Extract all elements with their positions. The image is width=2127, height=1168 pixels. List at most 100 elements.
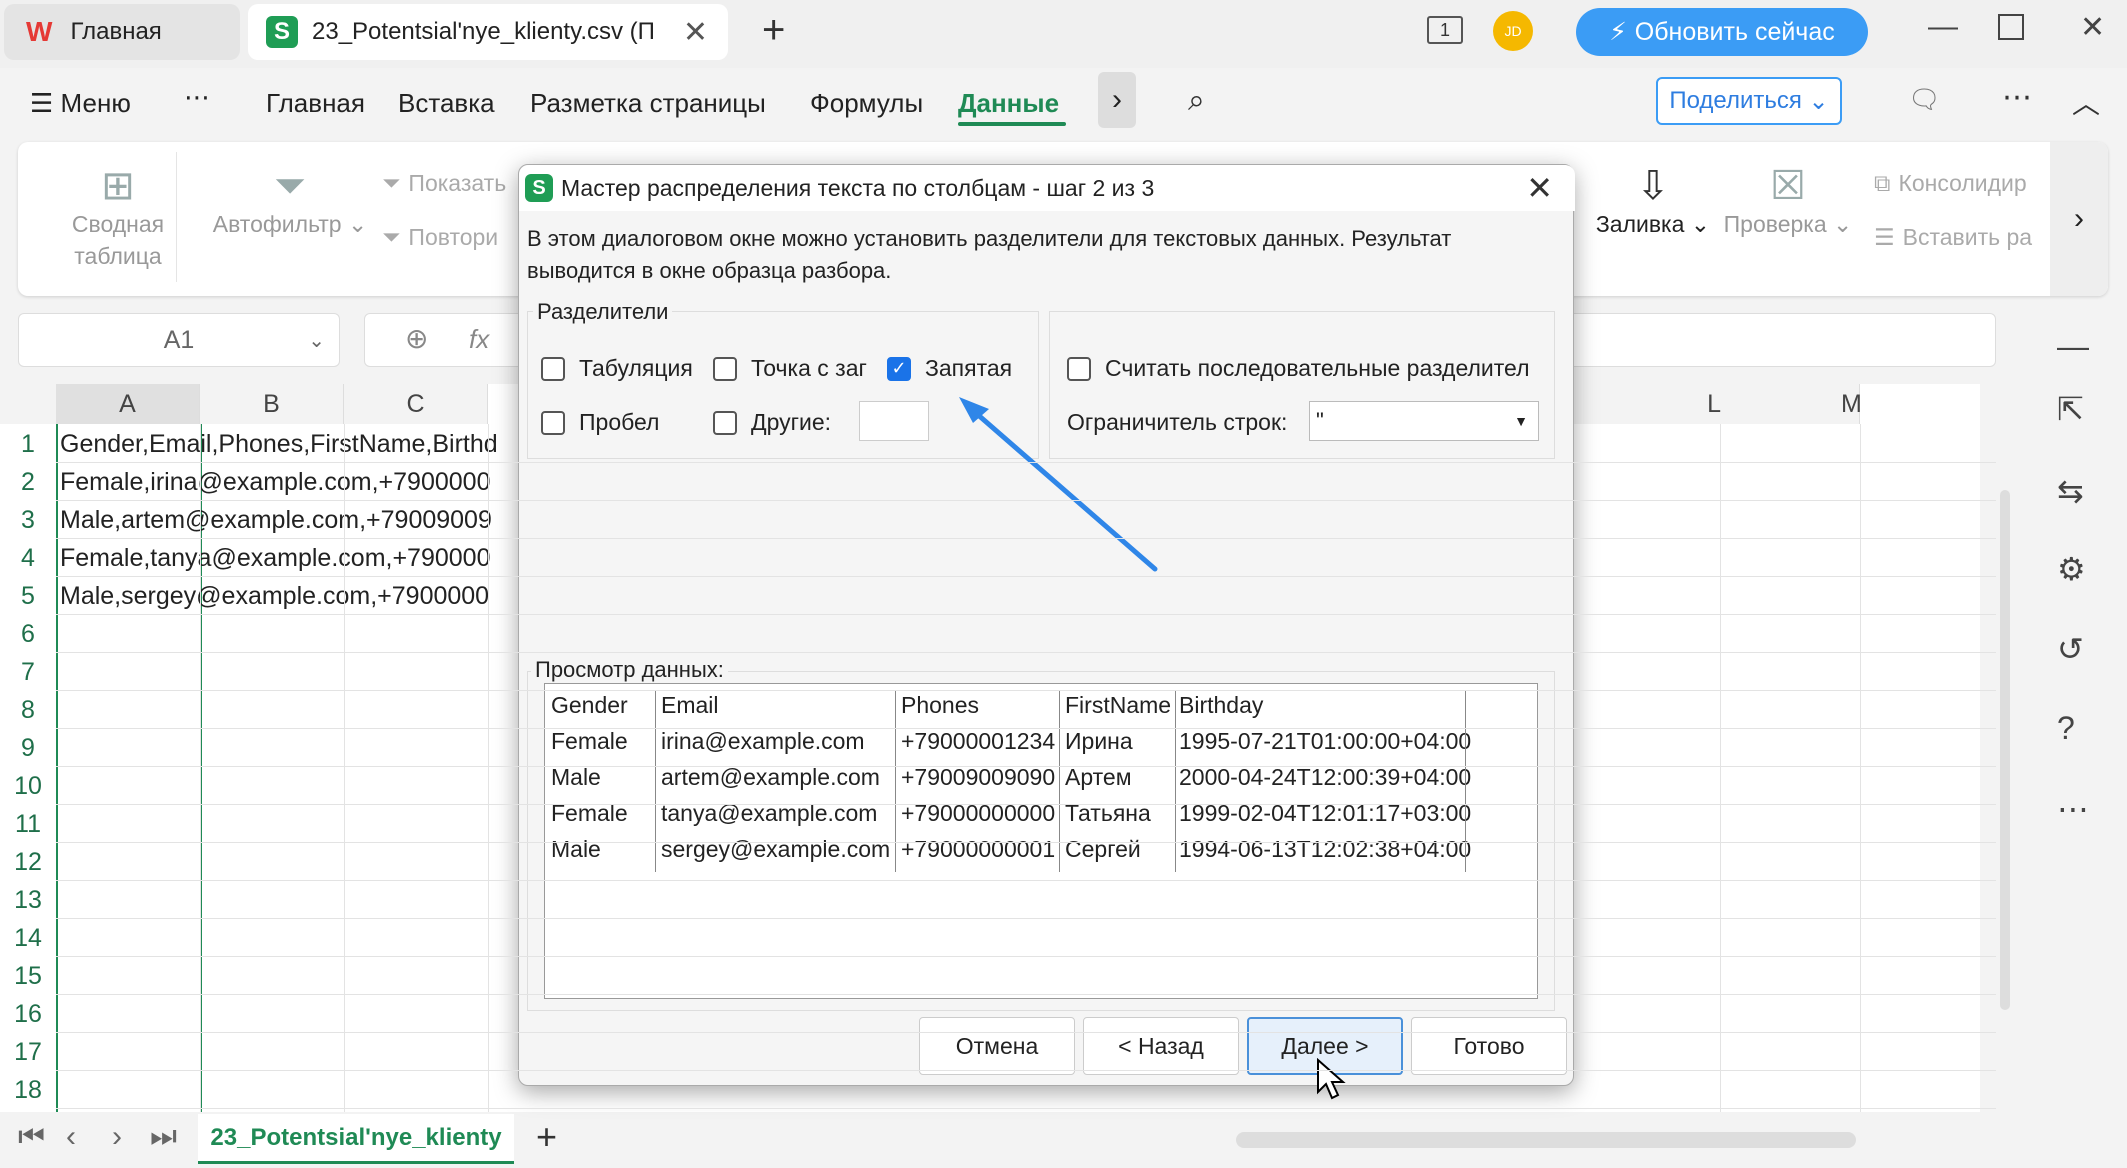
column-header-b[interactable]: B (200, 384, 344, 424)
menu-insert[interactable]: Вставка (398, 88, 495, 119)
paste-button[interactable]: ☰ Вставить ра (1874, 224, 2032, 251)
row-header[interactable]: 11 (0, 805, 56, 843)
finish-button[interactable]: Готово (1411, 1017, 1567, 1075)
filter-show-icon: ⏷ (382, 170, 401, 196)
validation-button[interactable]: ☒ Проверка ⌄ (1718, 166, 1858, 240)
close-window-icon[interactable]: ✕ (2080, 10, 2105, 45)
preview-cell: 1995-07-21T01:00:00+04:00 (1179, 728, 1472, 754)
select-all-corner[interactable] (0, 384, 56, 424)
chevron-right-icon[interactable]: › (1098, 72, 1136, 128)
row-header[interactable]: 17 (0, 1033, 56, 1071)
preview-cell: +79000001234 (901, 728, 1056, 754)
page-count-icon[interactable]: 1 (1427, 16, 1463, 44)
row-header[interactable]: 8 (0, 691, 56, 729)
row-header[interactable]: 10 (0, 767, 56, 805)
preview-cell: +79000000001 (901, 836, 1056, 862)
back-button[interactable]: < Назад (1083, 1017, 1239, 1075)
filter-repeat-icon: ⏷ (382, 224, 401, 250)
ribbon-scroll-right-icon[interactable]: › (2050, 142, 2108, 296)
row-header[interactable]: 1 (0, 425, 56, 463)
avatar[interactable]: JD (1493, 11, 1533, 51)
cell-a3[interactable]: Male,artem@example.com,+79009009 (60, 501, 492, 539)
prev-sheet-icon[interactable]: ‹ (66, 1120, 76, 1154)
pivot-table-label: Сводная таблица (71, 211, 165, 269)
autofilter-button[interactable]: ⏷ Автофильтр ⌄ (200, 166, 380, 240)
row-header[interactable]: 15 (0, 957, 56, 995)
more-options-icon[interactable]: ⋯ (2057, 790, 2089, 828)
settings-sliders-icon[interactable]: ⚙ (2057, 550, 2086, 588)
collapse-ribbon-icon[interactable]: ︿ (2072, 82, 2100, 122)
preview-cell: Артем (1065, 764, 1132, 790)
column-header-c[interactable]: C (344, 384, 488, 424)
horizontal-scrollbar[interactable] (1236, 1132, 1856, 1148)
name-box[interactable]: A1 ⌄ (18, 313, 340, 367)
menu-home[interactable]: Главная (266, 88, 365, 119)
cancel-button[interactable]: Отмена (919, 1017, 1075, 1075)
cell-a4[interactable]: Female,tanya@example.com,+790000 (60, 539, 490, 577)
cell-a1[interactable]: Gender,Email,Phones,FirstName,Birthd (60, 425, 498, 463)
preview-column-divider[interactable] (655, 690, 656, 872)
show-button[interactable]: ⏷ Показать (382, 170, 506, 197)
new-tab-icon[interactable]: + (762, 8, 785, 53)
last-sheet-icon[interactable]: ⏭ (150, 1120, 177, 1154)
preview-column-divider[interactable] (1175, 690, 1176, 872)
share-button[interactable]: Поделиться ⌄ (1656, 77, 1842, 125)
first-sheet-icon[interactable]: ⏮ (18, 1120, 45, 1154)
row-header[interactable]: 6 (0, 615, 56, 653)
menu-label: Меню (60, 88, 131, 118)
preview-header-cell: Email (661, 692, 719, 718)
help-icon[interactable]: ? (2057, 710, 2075, 747)
more-icon[interactable]: ⋯ (2002, 80, 2032, 115)
row-header[interactable]: 3 (0, 501, 56, 539)
grid-col-line (488, 424, 489, 1112)
menu-page-layout[interactable]: Разметка страницы (530, 88, 766, 119)
consolidate-button[interactable]: ⧉ Консолидир (1874, 170, 2027, 197)
row-header[interactable]: 9 (0, 729, 56, 767)
zoom-formula-icon[interactable]: ⊕ (405, 322, 428, 355)
cell-a5[interactable]: Male,sergey@example.com,+7900000 (60, 577, 489, 615)
select-cursor-icon[interactable]: ⇱ (2057, 390, 2084, 428)
add-sheet-icon[interactable]: + (536, 1116, 557, 1158)
menu-formulas[interactable]: Формулы (810, 88, 923, 119)
preview-column-divider[interactable] (1465, 690, 1466, 872)
update-now-button[interactable]: ⚡ Обновить сейчас (1576, 8, 1868, 56)
close-tab-icon[interactable]: ✕ (683, 15, 708, 50)
row-header[interactable]: 12 (0, 843, 56, 881)
data-preview-table[interactable]: Gender Email Phones FirstName Birthday Female… (544, 683, 1538, 999)
row-header[interactable]: 16 (0, 995, 56, 1033)
vertical-scrollbar[interactable] (1996, 420, 2014, 1010)
pivot-table-button[interactable]: ⊞ Сводная таблица (38, 166, 198, 272)
preview-column-divider[interactable] (895, 690, 896, 872)
fill-button[interactable]: ⇩ Заливка ⌄ (1588, 166, 1718, 240)
maximize-icon[interactable] (1998, 14, 2024, 40)
row-header[interactable]: 5 (0, 577, 56, 615)
validation-label: Проверка (1723, 211, 1827, 237)
row-header[interactable]: 7 (0, 653, 56, 691)
menu-data[interactable]: Данные (958, 88, 1059, 119)
row-header[interactable]: 18 (0, 1071, 56, 1109)
transform-icon[interactable]: ⇆ (2057, 472, 2084, 510)
row-header[interactable]: 13 (0, 881, 56, 919)
next-sheet-icon[interactable]: › (112, 1120, 122, 1154)
tab-home[interactable]: W Главная (4, 4, 240, 60)
cell-a2[interactable]: Female,irina@example.com,+7900000 (60, 463, 490, 501)
more-menu-icon[interactable]: ⋯ (184, 82, 210, 113)
row-header[interactable]: 2 (0, 463, 56, 501)
row-header[interactable]: 14 (0, 919, 56, 957)
minimize-icon[interactable]: — (1928, 10, 1958, 44)
column-header-a[interactable]: A (56, 384, 200, 424)
comment-icon[interactable]: 🗨 (1908, 84, 1941, 115)
menu-button[interactable]: ☰ Меню (30, 88, 131, 119)
repeat-button[interactable]: ⏷ Повтори (382, 224, 498, 251)
tab-file[interactable]: S 23_Potentsial'nye_klienty.csv (П ✕ (248, 4, 728, 60)
row-header[interactable]: 4 (0, 539, 56, 577)
preview-column-divider[interactable] (1059, 690, 1060, 872)
history-icon[interactable]: ↺ (2057, 630, 2084, 668)
preview-cell: artem@example.com (661, 764, 880, 790)
grid-row-line (56, 804, 1996, 805)
sheet-tab[interactable]: 23_Potentsial'nye_klienty (198, 1114, 514, 1164)
search-icon[interactable]: ⌕ (1188, 84, 1205, 118)
minimize-panel-icon[interactable]: — (2057, 328, 2089, 365)
column-header-l[interactable]: LM (1570, 384, 1862, 424)
fx-icon[interactable]: fx (469, 324, 489, 355)
